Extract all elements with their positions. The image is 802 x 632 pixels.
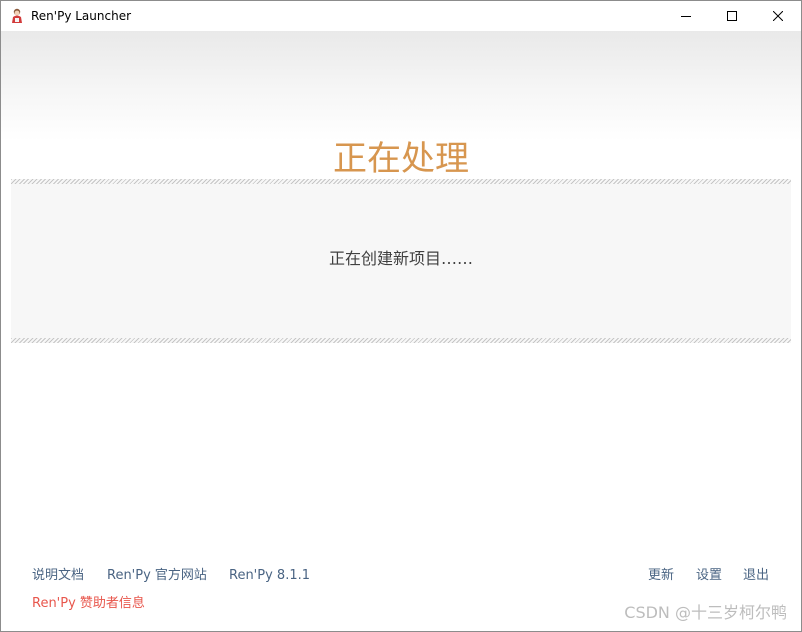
preferences-link[interactable]: 设置 xyxy=(696,567,722,585)
maximize-button[interactable] xyxy=(709,1,755,31)
sponsor-link[interactable]: Ren'Py 赞助者信息 xyxy=(32,595,145,613)
quit-link[interactable]: 退出 xyxy=(743,567,769,585)
renpy-website-link[interactable]: Ren'Py 官方网站 xyxy=(107,567,207,585)
launcher-window: Ren'Py Launcher 正在处理 正在创建新项目…… 说明文档 Ren' xyxy=(0,0,802,632)
title-bar[interactable]: Ren'Py Launcher xyxy=(1,1,801,31)
documentation-link[interactable]: 说明文档 xyxy=(32,567,84,585)
launcher-content: 正在处理 正在创建新项目…… 说明文档 Ren'Py 官方网站 Ren'Py 8… xyxy=(1,31,801,631)
renpy-version-link[interactable]: Ren'Py 8.1.1 xyxy=(229,567,310,585)
watermark-text: CSDN @十三岁柯尔鸭 xyxy=(624,603,787,622)
close-icon xyxy=(773,11,783,21)
close-button[interactable] xyxy=(755,1,801,31)
minimize-button[interactable] xyxy=(663,1,709,31)
minimize-icon xyxy=(681,16,691,17)
panel-top-divider xyxy=(11,179,791,184)
maximize-icon xyxy=(727,11,737,21)
page-title: 正在处理 xyxy=(333,139,469,179)
status-message: 正在创建新项目…… xyxy=(328,249,473,268)
progress-panel: 正在创建新项目…… xyxy=(11,179,791,343)
panel-bottom-divider xyxy=(11,338,791,343)
renpy-app-icon xyxy=(12,8,22,23)
update-link[interactable]: 更新 xyxy=(648,567,674,585)
window-title: Ren'Py Launcher xyxy=(31,9,132,23)
